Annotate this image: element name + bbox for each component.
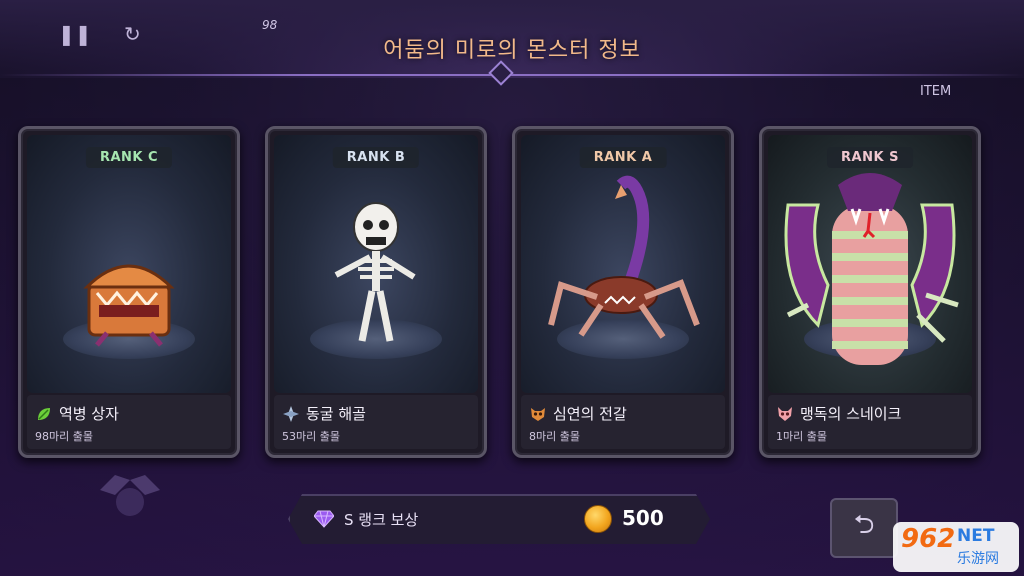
reward-label: S 랭크 보상 [344, 511, 419, 529]
monster-card-rank-s[interactable]: RANK S 맹독의 스네이크 1마리 출몰 [759, 126, 981, 458]
monster-scene: RANK C [27, 135, 231, 393]
monster-count: 53마리 출몰 [282, 430, 340, 443]
winged-emblem-icon [100, 475, 160, 516]
monster-name: 동굴 해골 [306, 405, 366, 423]
skeleton-monster [334, 202, 416, 342]
page-title: 어둠의 미로의 몬스터 정보 [383, 38, 641, 63]
item-label: ITEM [920, 84, 952, 99]
return-button[interactable]: ⮌ [830, 498, 898, 558]
reward-amount: 500 [622, 506, 664, 530]
card-info: 동굴 해골 53마리 출몰 [274, 395, 478, 449]
scorpion-monster [548, 175, 700, 339]
leaf-icon [38, 407, 50, 420]
monster-name: 맹독의 스네이크 [800, 405, 902, 423]
gem-icon [314, 510, 334, 528]
return-arrow-icon: ⮌ [853, 510, 875, 540]
rank-badge: RANK C [85, 147, 173, 168]
horned-skull-icon [778, 406, 792, 421]
monster-scene: RANK S [768, 135, 972, 393]
beast-skull-icon [531, 407, 545, 421]
watermark: 962 NET 乐游网 [893, 522, 1019, 572]
rank-badge: RANK S [827, 147, 913, 168]
monster-card-rank-a[interactable]: RANK A 심연의 전갈 8마리 출몰 [512, 126, 734, 458]
monster-scene: RANK A [521, 135, 725, 393]
card-info: 심연의 전갈 8마리 출몰 [521, 395, 725, 449]
monster-name: 심연의 전갈 [553, 405, 627, 423]
crystal-icon [283, 405, 299, 422]
monster-count: 8마리 출몰 [529, 430, 580, 443]
gold-coin-icon [584, 505, 612, 533]
title-bar: 어둠의 미로의 몬스터 정보 [0, 22, 1024, 74]
monster-card-rank-b[interactable]: RANK B 동굴 해골 53마리 출몰 [265, 126, 487, 458]
monster-scene: RANK B [274, 135, 478, 393]
rank-badge: RANK B [332, 147, 420, 168]
monster-count: 1마리 출몰 [776, 430, 827, 443]
card-info: 역병 상자 98마리 출몰 [27, 395, 231, 449]
mimic-chest-monster [83, 264, 175, 347]
monster-name: 역병 상자 [59, 405, 119, 423]
card-info: 맹독의 스네이크 1마리 출몰 [768, 395, 972, 449]
monster-card-list: RANK C 역병 상자 98마리 출몰 RANK B 동굴 해골 53마리 출… [18, 126, 981, 458]
rank-badge: RANK A [579, 147, 667, 168]
watermark-site: 乐游网 [957, 551, 999, 567]
monster-count: 98마리 출몰 [35, 430, 93, 443]
monster-card-rank-c[interactable]: RANK C 역병 상자 98마리 출몰 [18, 126, 240, 458]
cobra-monster [784, 173, 959, 365]
watermark-net: NET [957, 526, 995, 546]
watermark-logo: 962 [901, 524, 956, 554]
